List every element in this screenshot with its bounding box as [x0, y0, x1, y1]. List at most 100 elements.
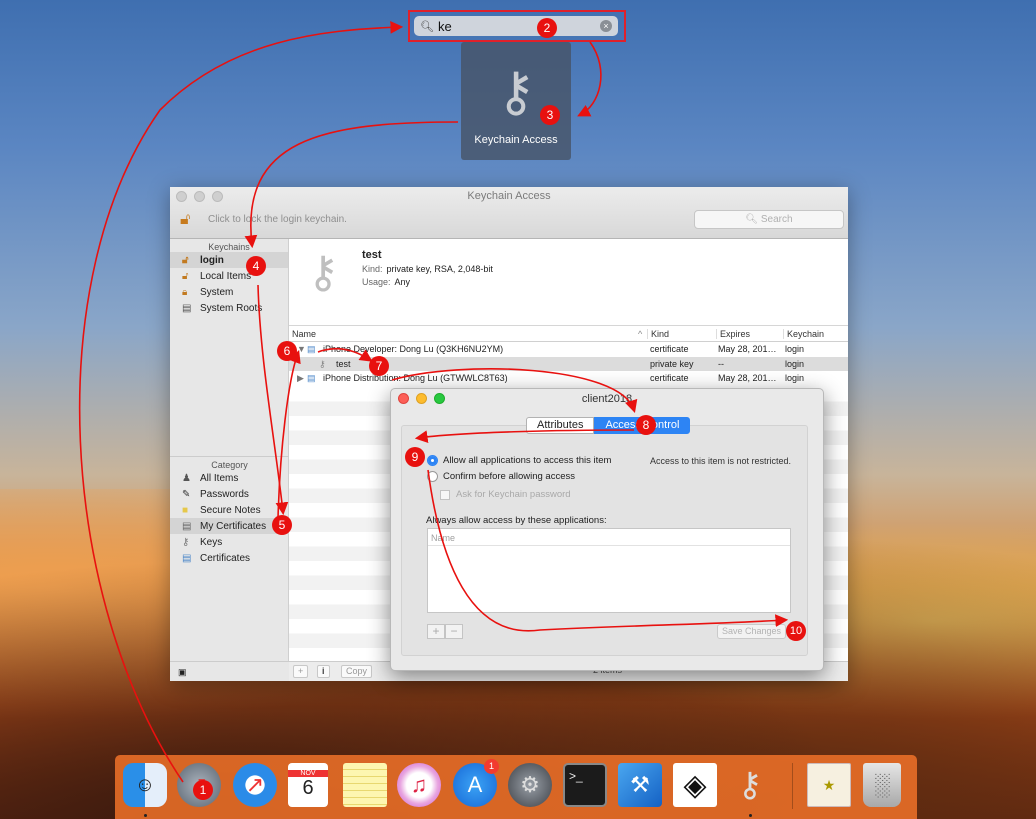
row-expires: May 28, 201… — [718, 344, 777, 354]
radio-confirm[interactable]: Confirm before allowing access — [427, 471, 575, 482]
sidebar-item-login[interactable]: 🔓︎ login — [170, 252, 288, 268]
access-note: Access to this item is not restricted. — [650, 456, 792, 466]
arrow-2-to-3 — [577, 41, 602, 117]
folder-icon: ▤ — [182, 302, 192, 314]
remove-app-button[interactable]: − — [445, 624, 463, 639]
row-name: iPhone Distribution: Dong Lu (GTWWLC8T63… — [323, 373, 508, 383]
sidebar-item-system-roots[interactable]: ▤ System Roots — [170, 300, 288, 316]
unity-icon[interactable]: ◈ — [673, 763, 717, 807]
notes-icon[interactable] — [343, 763, 387, 807]
info-button[interactable]: i — [317, 665, 330, 678]
step-marker-3: 3 — [540, 105, 560, 125]
column-expires[interactable]: Expires — [716, 329, 750, 339]
lock-open-icon: 🔓︎ — [182, 270, 189, 282]
row-keychain: login — [785, 344, 805, 354]
sidebar-item-certificates[interactable]: ▤ Certificates — [170, 550, 289, 566]
keychains-header: Keychains — [208, 242, 250, 252]
spotlight-query[interactable]: ke — [438, 19, 600, 34]
item-name: test — [362, 249, 382, 261]
sidebar-item-label: Local Items — [200, 270, 252, 282]
sidebar-item-label: System — [200, 286, 234, 298]
sidebar-item-system[interactable]: 🔒︎ System — [170, 284, 288, 300]
row-kind: certificate — [650, 344, 689, 354]
kind-label: Kind: — [362, 264, 383, 274]
people-icon: ♟ — [182, 472, 191, 484]
checkbox-ask-password[interactable]: Ask for Keychain password — [440, 489, 571, 500]
keychain-access-icon[interactable]: ⚷ — [728, 763, 772, 807]
dock: ☺ ↗ ↗ NOV 6 ♫ A1 ⚙ >_ ⚒ ◈ ⚷ ★ ░ — [115, 755, 917, 819]
clear-icon[interactable]: × — [600, 20, 612, 32]
xcode-icon[interactable]: ⚒ — [618, 763, 662, 807]
sidebar-item-label: My Certificates — [200, 520, 267, 532]
sidebar-item-local-items[interactable]: 🔓︎ Local Items — [170, 268, 288, 284]
sidebar-item-label: Certificates — [200, 552, 251, 564]
usage-label: Usage: — [362, 277, 391, 287]
certificate-icon[interactable]: ★ — [807, 763, 851, 807]
allowed-apps-header: Name — [428, 529, 790, 546]
dialog-tabs: Attributes Access Control — [526, 417, 691, 434]
column-name[interactable]: Name — [292, 329, 316, 339]
add-app-button[interactable]: + — [427, 624, 445, 639]
sidebar-item-label: login — [200, 254, 224, 266]
safari-icon[interactable]: ↗ — [233, 763, 277, 807]
calendar-month: NOV — [288, 770, 328, 777]
tab-attributes[interactable]: Attributes — [526, 417, 595, 434]
search-input[interactable]: 🔍︎ Search — [694, 210, 844, 229]
list-edit-controls: + − — [427, 624, 463, 639]
row-expires: -- — [718, 358, 724, 369]
category-header: Category — [170, 456, 289, 470]
step-marker-7: 7 — [369, 356, 389, 376]
spotlight-result-label: Keychain Access — [474, 134, 558, 146]
checkbox-icon[interactable] — [440, 489, 450, 500]
row-kind: certificate — [650, 373, 689, 383]
running-indicator — [144, 814, 147, 817]
radio-confirm-label: Confirm before allowing access — [443, 471, 576, 482]
allowed-apps-list[interactable]: Name — [427, 528, 791, 613]
trash-icon[interactable]: ░ — [863, 763, 901, 807]
system-preferences-icon[interactable]: ⚙ — [508, 763, 552, 807]
kind-value: private key, RSA, 2,048-bit — [386, 264, 493, 274]
save-changes-button[interactable]: Save Changes — [717, 624, 787, 639]
sidebar-item-all-items[interactable]: ♟ All Items — [170, 470, 289, 486]
sidebar-item-keys[interactable]: ⚷ Keys — [170, 534, 289, 550]
step-marker-10: 10 — [786, 621, 806, 641]
certificate-icon: ▤ — [307, 344, 316, 354]
app-store-icon[interactable]: A1 — [453, 759, 499, 807]
spotlight-search-field[interactable]: 🔍︎ ke × — [414, 16, 618, 36]
sidebar-item-passwords[interactable]: ✎ Passwords — [170, 486, 289, 502]
radio-allow-all[interactable]: Allow all applications to access this it… — [427, 455, 611, 466]
sidebar-footer: ▣ — [170, 661, 289, 681]
radio-unselected-icon[interactable] — [427, 471, 438, 482]
checkbox-ask-password-label: Ask for Keychain password — [456, 489, 571, 500]
lock-open-icon[interactable]: 🔓︎ — [180, 211, 190, 229]
add-button[interactable]: + — [293, 665, 309, 678]
sidebar-item-label: Secure Notes — [200, 504, 261, 516]
table-header: Name ^ Kind Expires Keychain — [289, 326, 848, 342]
finder-icon[interactable]: ☺ — [123, 763, 167, 807]
dialog-titlebar: client2018 — [391, 389, 823, 409]
table-row[interactable]: ▼ ▤ iPhone Developer: Dong Lu (Q3KH6NU2Y… — [289, 342, 848, 357]
sidebar-item-label: System Roots — [200, 302, 263, 314]
copy-button[interactable]: Copy — [341, 665, 373, 678]
radio-selected-icon[interactable] — [427, 455, 438, 466]
sidebar-item-label: All Items — [200, 472, 239, 484]
column-kind[interactable]: Kind — [647, 329, 669, 339]
row-name: iPhone Developer: Dong Lu (Q3KH6NU2YM) — [323, 344, 504, 354]
toggle-sidebar-icon[interactable]: ▣ — [178, 667, 187, 677]
column-keychain[interactable]: Keychain — [783, 329, 824, 339]
item-info-dialog: client2018 Attributes Access Control All… — [390, 388, 824, 671]
access-control-panel: Allow all applications to access this it… — [401, 425, 808, 656]
sidebar-item-label: Passwords — [200, 488, 249, 500]
radio-allow-all-label: Allow all applications to access this it… — [443, 455, 612, 466]
disclosure-closed-icon[interactable]: ▶ — [297, 373, 304, 384]
certificate-icon: ▤ — [182, 552, 192, 564]
lock-icon: 🔒︎ — [182, 286, 188, 298]
terminal-icon[interactable]: >_ — [563, 763, 607, 807]
disclosure-open-icon[interactable]: ▼ — [297, 344, 306, 354]
spotlight-result-keychain-access[interactable]: ⚷ Keychain Access — [461, 42, 571, 160]
sidebar-item-secure-notes[interactable]: ■ Secure Notes — [170, 502, 289, 518]
calendar-icon[interactable]: NOV 6 — [288, 763, 328, 807]
lock-open-icon: 🔓︎ — [182, 254, 189, 266]
key-icon: ⚷ — [307, 248, 340, 297]
itunes-icon[interactable]: ♫ — [397, 763, 441, 807]
